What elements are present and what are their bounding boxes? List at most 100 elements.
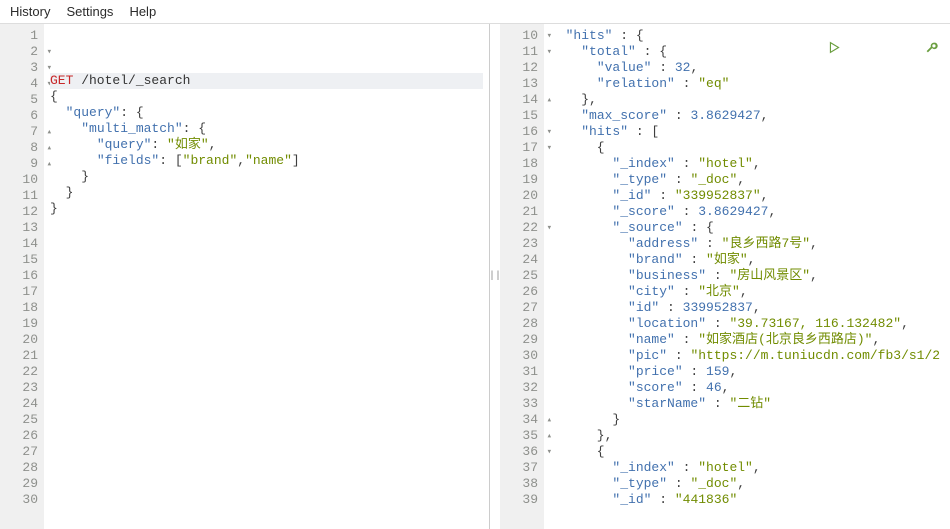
line-number: 9▴ <box>0 156 38 172</box>
menu-settings[interactable]: Settings <box>66 4 113 19</box>
line-number: 12 <box>500 60 538 76</box>
code-line[interactable]: "score" : 46, <box>550 380 944 396</box>
left-code[interactable]: GET /hotel/_search{ "query": { "multi_ma… <box>44 24 489 529</box>
line-number: 28 <box>500 316 538 332</box>
code-line[interactable]: "fields": ["brand","name"] <box>50 153 483 169</box>
code-line[interactable]: GET /hotel/_search <box>50 73 483 89</box>
code-line[interactable]: "location" : "39.73167, 116.132482", <box>550 316 944 332</box>
line-number: 31 <box>500 364 538 380</box>
code-line[interactable]: } <box>550 412 944 428</box>
code-line[interactable]: "query": "如家", <box>50 137 483 153</box>
line-number: 29 <box>0 476 38 492</box>
code-line[interactable]: "_type" : "_doc", <box>550 172 944 188</box>
code-line[interactable]: "query": { <box>50 105 483 121</box>
line-number: 2▾ <box>0 44 38 60</box>
code-line[interactable] <box>50 249 483 265</box>
code-line[interactable]: "price" : 159, <box>550 364 944 380</box>
line-number: 21 <box>0 348 38 364</box>
line-number: 20 <box>0 332 38 348</box>
code-line[interactable] <box>50 505 483 521</box>
line-number: 36▾ <box>500 444 538 460</box>
response-viewer[interactable]: 10▾11▾121314▴1516▾17▾1819202122▾23242526… <box>500 24 950 529</box>
line-number: 26 <box>0 428 38 444</box>
code-line[interactable] <box>50 345 483 361</box>
code-line[interactable]: "city" : "北京", <box>550 284 944 300</box>
code-line[interactable]: "value" : 32, <box>550 60 944 76</box>
code-line[interactable]: "starName" : "二钻" <box>550 396 944 412</box>
code-line[interactable] <box>50 217 483 233</box>
code-line[interactable]: "hits" : [ <box>550 124 944 140</box>
code-line[interactable]: } <box>50 185 483 201</box>
line-number: 17 <box>0 284 38 300</box>
line-number: 3▾ <box>0 60 38 76</box>
code-line[interactable]: "multi_match": { <box>50 121 483 137</box>
code-line[interactable]: "_score" : 3.8629427, <box>550 204 944 220</box>
line-number: 24 <box>500 252 538 268</box>
line-number: 1 <box>0 28 38 44</box>
request-editor[interactable]: 12▾3▾4▾567▴8▴9▴1011121314151617181920212… <box>0 24 490 529</box>
line-number: 20 <box>500 188 538 204</box>
menu-history[interactable]: History <box>10 4 50 19</box>
line-number: 27 <box>0 444 38 460</box>
line-number: 15 <box>500 108 538 124</box>
code-line[interactable]: "name" : "如家酒店(北京良乡西路店)", <box>550 332 944 348</box>
split-panes: 12▾3▾4▾567▴8▴9▴1011121314151617181920212… <box>0 24 950 529</box>
code-line[interactable]: "brand" : "如家", <box>550 252 944 268</box>
code-line[interactable]: "max_score" : 3.8629427, <box>550 108 944 124</box>
code-line[interactable]: "_source" : { <box>550 220 944 236</box>
line-number: 18 <box>500 156 538 172</box>
code-line[interactable]: } <box>50 201 483 217</box>
code-line[interactable] <box>50 425 483 441</box>
code-line[interactable]: "pic" : "https://m.tuniucdn.com/fb3/s1/2 <box>550 348 944 364</box>
code-line[interactable]: "_index" : "hotel", <box>550 156 944 172</box>
code-line[interactable] <box>50 313 483 329</box>
code-line[interactable] <box>50 377 483 393</box>
left-gutter: 12▾3▾4▾567▴8▴9▴1011121314151617181920212… <box>0 24 44 529</box>
menu-bar: History Settings Help <box>0 0 950 24</box>
line-number: 4▾ <box>0 76 38 92</box>
fold-toggle-icon[interactable]: ▾ <box>40 44 52 60</box>
code-line[interactable]: { <box>550 140 944 156</box>
code-line[interactable] <box>50 297 483 313</box>
code-line[interactable] <box>50 361 483 377</box>
code-line[interactable] <box>50 489 483 505</box>
code-line[interactable]: "_index" : "hotel", <box>550 460 944 476</box>
code-line[interactable] <box>50 521 483 529</box>
menu-help[interactable]: Help <box>129 4 156 19</box>
code-line[interactable]: "id" : 339952837, <box>550 300 944 316</box>
code-line[interactable] <box>50 265 483 281</box>
code-line[interactable] <box>50 457 483 473</box>
code-line[interactable]: "_id" : "339952837", <box>550 188 944 204</box>
code-line[interactable] <box>50 393 483 409</box>
line-number: 19 <box>500 172 538 188</box>
code-line[interactable]: { <box>550 444 944 460</box>
line-number: 6 <box>0 108 38 124</box>
code-line[interactable] <box>50 409 483 425</box>
code-line[interactable] <box>50 281 483 297</box>
code-line[interactable] <box>50 233 483 249</box>
line-number: 11▾ <box>500 44 538 60</box>
pane-divider[interactable]: || <box>490 24 500 529</box>
right-code[interactable]: "hits" : { "total" : { "value" : 32, "re… <box>544 24 950 529</box>
code-line[interactable]: { <box>50 89 483 105</box>
code-line[interactable]: }, <box>550 428 944 444</box>
code-line[interactable]: }, <box>550 92 944 108</box>
line-number: 30 <box>0 492 38 508</box>
line-number: 21 <box>500 204 538 220</box>
code-line[interactable]: "total" : { <box>550 44 944 60</box>
code-line[interactable] <box>50 473 483 489</box>
line-number: 17▾ <box>500 140 538 156</box>
line-number: 16▾ <box>500 124 538 140</box>
code-line[interactable] <box>50 329 483 345</box>
code-line[interactable]: "address" : "良乡西路7号", <box>550 236 944 252</box>
code-line[interactable]: "_id" : "441836" <box>550 492 944 508</box>
code-line[interactable]: } <box>50 169 483 185</box>
line-number: 13 <box>500 76 538 92</box>
line-number: 32 <box>500 380 538 396</box>
code-line[interactable]: "hits" : { <box>550 28 944 44</box>
code-line[interactable] <box>50 441 483 457</box>
line-number: 10 <box>0 172 38 188</box>
code-line[interactable]: "relation" : "eq" <box>550 76 944 92</box>
code-line[interactable]: "business" : "房山风景区", <box>550 268 944 284</box>
code-line[interactable]: "_type" : "_doc", <box>550 476 944 492</box>
